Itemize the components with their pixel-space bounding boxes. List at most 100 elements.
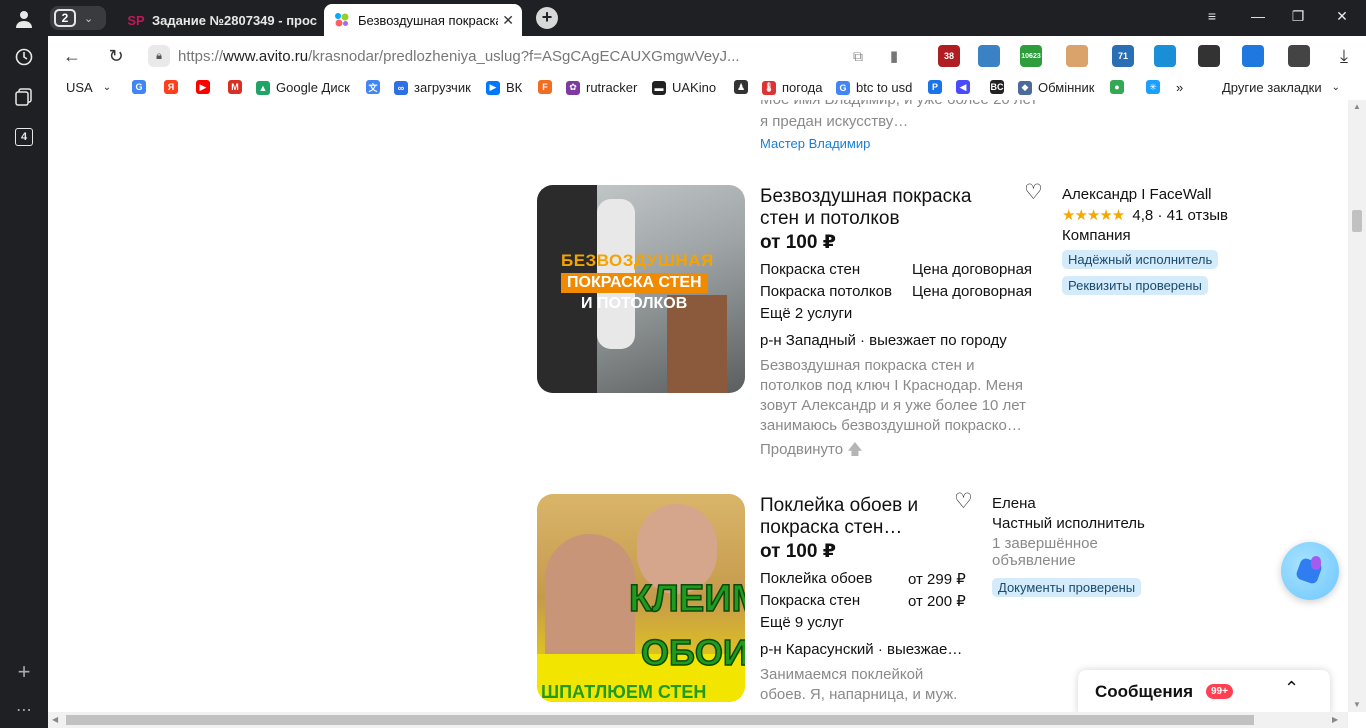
close-window-icon[interactable]: ✕	[1332, 8, 1352, 25]
ext-10623-icon[interactable]: 10623	[1020, 45, 1042, 67]
tab-inactive[interactable]: SP Задание №2807349 - прос	[118, 4, 323, 36]
chevron-up-icon[interactable]: ⌃	[1284, 678, 1299, 699]
service-price: Цена договорная	[912, 261, 1033, 278]
listing-title-line1: Поклейка обоев и	[760, 495, 919, 516]
listing-title[interactable]: Безвоздушная покраска стен и потолков	[760, 186, 971, 230]
service-name: Поклейка обоев	[760, 570, 873, 587]
bookmark-google-drive[interactable]: ▲ Google Диск	[256, 80, 350, 95]
bookmarks-bar: USA ⌄ G Я ▶ M ▲ Google Диск 文 ∞ загрузчик ▶ ВК F ✿ ru…	[48, 76, 1366, 100]
google-translate-icon[interactable]: 文	[366, 80, 386, 94]
listing-location: р-н Карасунский · выезжае…	[760, 641, 963, 658]
gmail-icon[interactable]: M	[228, 80, 248, 94]
listing-image[interactable]: БЕЗВОЗДУШНАЯ ПОКРАСКА СТЕН И ПОТОЛКОВ	[537, 185, 745, 393]
person-icon[interactable]: ♟	[734, 80, 754, 94]
favorite-heart-icon[interactable]: ♡	[1024, 180, 1043, 205]
reload-icon[interactable]: ↻	[104, 44, 128, 68]
desc-line: Занимаемся поклейкой	[760, 666, 924, 683]
assistant-bubble-icon[interactable]	[1281, 542, 1339, 600]
seller-type: Частный исполнитель	[992, 515, 1145, 532]
sp-favicon-icon: SP	[127, 12, 145, 28]
profile-icon[interactable]	[12, 7, 36, 31]
address-bar[interactable]: 🔒︎ https://www.avito.ru/krasnodar/predlo…	[148, 41, 908, 71]
ext-71-icon[interactable]: 71	[1112, 45, 1134, 67]
bookmark-google[interactable]: Gbtc to usd	[836, 80, 912, 95]
bookmarks-more[interactable]: »	[1176, 80, 1183, 95]
history-icon[interactable]	[12, 45, 36, 69]
bookmark-exchange[interactable]: ◆ Обмінник	[1018, 80, 1094, 95]
seller-name[interactable]: Александр I FaceWall	[1062, 186, 1212, 203]
yandex-icon[interactable]: Я	[164, 80, 184, 94]
tab-count: 2	[54, 9, 76, 27]
arrow-icon[interactable]: ◀	[956, 80, 976, 94]
bookmark-uakino[interactable]: ▬ UAKino	[652, 80, 716, 95]
tab-count-button[interactable]: 2 ⌄	[50, 6, 106, 30]
tab-groups-count: 4	[15, 128, 33, 146]
bookmark-loader[interactable]: ∞ загрузчик	[394, 80, 471, 95]
ext-translate-icon[interactable]	[1288, 45, 1310, 67]
ext-download-blue-icon[interactable]	[1242, 45, 1264, 67]
youtube-icon[interactable]: ▶	[196, 80, 216, 94]
star-icon[interactable]: ✳	[1146, 80, 1166, 94]
bookmark-vk[interactable]: ▶ ВК	[486, 80, 522, 95]
service-name: Покраска потолков	[760, 283, 892, 300]
close-tab-icon[interactable]: ✕	[502, 12, 514, 29]
prev-card-seller-link[interactable]: Мастер Владимир	[760, 136, 870, 151]
url-text[interactable]: https://www.avito.ru/krasnodar/predlozhe…	[178, 48, 768, 65]
ext-person-icon[interactable]	[1066, 45, 1088, 67]
yandex-icon: Я	[164, 80, 178, 94]
favorite-heart-icon[interactable]: ♡	[954, 489, 973, 514]
bookmark-icon[interactable]: ▮	[882, 44, 906, 68]
menu-icon[interactable]: ≡	[1202, 8, 1222, 24]
more-services-link[interactable]: Ещё 2 услуги	[760, 305, 852, 322]
bookmark-rutracker[interactable]: ✿ rutracker	[566, 80, 637, 95]
scroll-right-icon[interactable]: ▶	[1332, 715, 1338, 724]
horizontal-scroll-thumb[interactable]	[66, 715, 1254, 725]
other-bookmarks[interactable]: Другие закладки ⌄	[1222, 80, 1340, 95]
google-icon[interactable]: G	[132, 80, 152, 94]
tab-active[interactable]: Безвоздушная покраска ✕	[324, 4, 522, 36]
new-tab-button[interactable]: +	[536, 7, 558, 29]
f-icon[interactable]: F	[538, 80, 558, 94]
vertical-scrollbar[interactable]: ▲ ▼	[1348, 100, 1366, 712]
ext-code-icon[interactable]	[1198, 45, 1220, 67]
scroll-up-icon[interactable]: ▲	[1353, 102, 1361, 111]
chevron-down-icon: ⌄	[1331, 82, 1340, 93]
scroll-left-icon[interactable]: ◀	[52, 715, 58, 724]
bookmark-thermometer[interactable]: 🌡 погода	[762, 80, 823, 95]
add-panel-icon[interactable]: +	[12, 659, 36, 684]
copy-link-icon[interactable]: ⧉	[846, 44, 870, 68]
desc-line: потолков под ключ I Краснодар. Меня	[760, 377, 1023, 394]
p-icon[interactable]: P	[928, 80, 948, 94]
scroll-down-icon[interactable]: ▼	[1353, 700, 1361, 709]
p-icon: P	[928, 80, 942, 94]
minimize-icon[interactable]: —	[1248, 8, 1268, 24]
bookmark-label: btc to usd	[856, 80, 913, 95]
more-services-link[interactable]: Ещё 9 услуг	[760, 614, 844, 631]
listing-image[interactable]: КЛЕИМ ОБОИ ШПАТЛЮЕМ СТЕН	[537, 494, 745, 702]
reviews-count[interactable]: 41 отзыв	[1167, 207, 1228, 224]
youtube-icon: ▶	[196, 80, 210, 94]
collections-icon[interactable]	[12, 85, 36, 109]
ext-diamond-icon[interactable]	[1154, 45, 1176, 67]
back-icon[interactable]: ←	[60, 44, 84, 68]
maps-icon[interactable]: ●	[1110, 80, 1130, 94]
messages-widget[interactable]: Сообщения 99+ ⌃	[1078, 670, 1330, 714]
tab-strip: 2 ⌄ SP Задание №2807349 - прос Безвоздуш…	[48, 0, 1366, 36]
bc-icon[interactable]: BC	[990, 80, 1010, 94]
vertical-scroll-thumb[interactable]	[1352, 210, 1362, 232]
region-selector[interactable]: USA ⌄	[66, 80, 111, 95]
ext-38-icon[interactable]: 38	[938, 45, 960, 67]
restore-icon[interactable]: ❐	[1288, 8, 1308, 25]
seller-rating: ★★★★★ 4,8 · 41 отзыв	[1062, 207, 1228, 224]
horizontal-scrollbar[interactable]: ◀ ▶	[48, 712, 1348, 728]
more-icon[interactable]: ⋯	[12, 698, 36, 722]
image-caption-3: И ПОТОЛКОВ	[581, 295, 688, 312]
listing-title[interactable]: Поклейка обоев и покраска стен…	[760, 495, 918, 539]
seller-name[interactable]: Елена	[992, 495, 1036, 512]
downloads-icon[interactable]: ⤓	[1332, 44, 1356, 68]
tab-groups-icon[interactable]: 4	[12, 125, 36, 149]
listing-description: Занимаемся поклейкой обоев. Я, напарница…	[760, 665, 957, 705]
messages-label: Сообщения	[1095, 682, 1193, 701]
ext-globe-icon[interactable]	[978, 45, 1000, 67]
maps-icon: ●	[1110, 80, 1124, 94]
